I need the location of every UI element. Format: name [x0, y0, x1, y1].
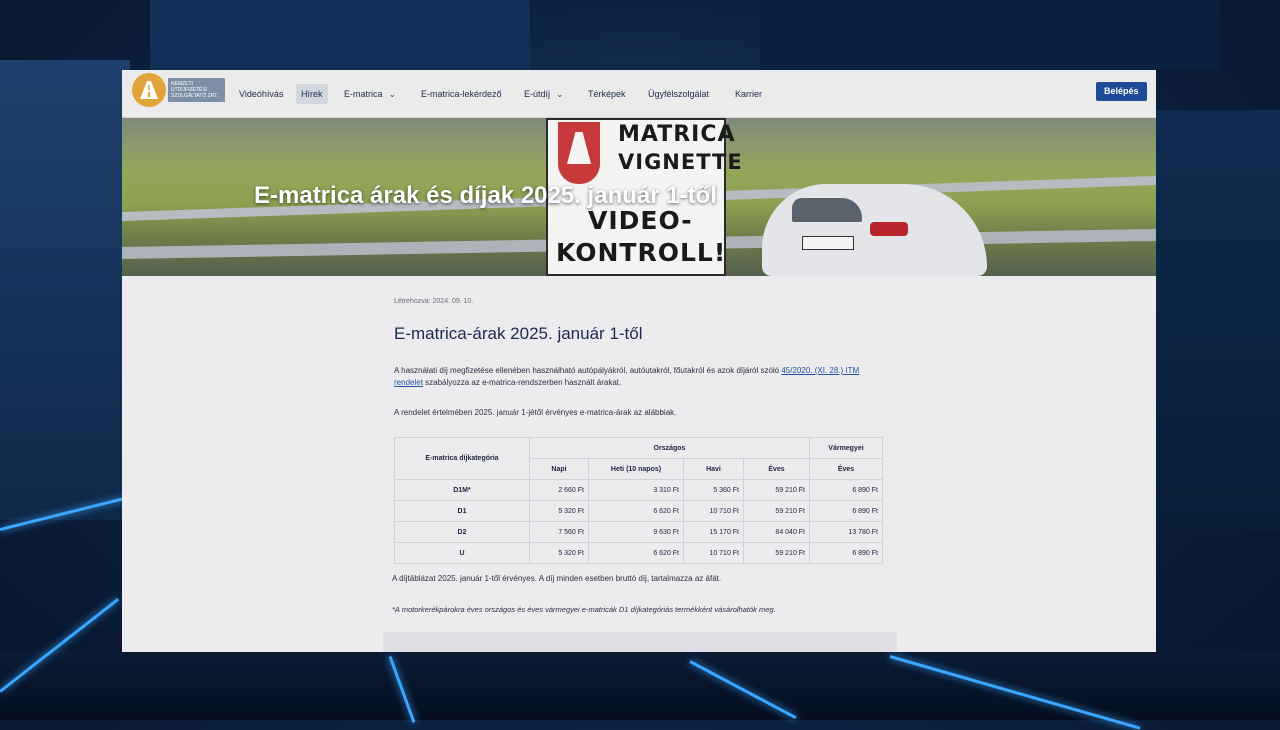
paragraph-text: A használati díj megfizetése ellenében h…: [394, 366, 782, 375]
price-cell: 5 320 Ft: [529, 542, 589, 564]
table-row: D2 7 560 Ft 9 630 Ft 15 170 Ft 84 040 Ft…: [394, 521, 883, 543]
price-cell: 59 210 Ft: [743, 479, 810, 501]
background-panel-top-left: [150, 0, 530, 70]
neon-line: [0, 597, 120, 693]
nav-label: Hírek: [301, 89, 323, 99]
neon-line: [0, 496, 127, 531]
motorway-logo-icon: [132, 73, 166, 107]
category-cell: D1: [394, 500, 530, 522]
price-cell: 10 710 Ft: [683, 500, 744, 522]
nav-label: E-matrica-lekérdező: [421, 89, 502, 99]
paragraph-text: szabályozza az e-matrica-rendszerben has…: [422, 378, 622, 387]
hero-banner: MATRICA VIGNETTE VIDEO- KONTROLL! E-matr…: [122, 118, 1156, 276]
price-cell: 10 710 Ft: [683, 542, 744, 564]
neon-line: [889, 655, 1141, 730]
car-window: [792, 198, 862, 222]
nav-item-videohivas[interactable]: Videóhívás: [234, 84, 288, 104]
price-cell: 84 040 Ft: [743, 521, 810, 543]
category-cell: U: [394, 542, 530, 564]
content-footer-strip: [383, 632, 897, 652]
sign-line: VIGNETTE: [618, 150, 743, 174]
column-header-monthly: Havi: [683, 458, 744, 480]
hero-title: E-matrica árak és díjak 2025. január 1-t…: [254, 182, 717, 209]
sign-line: MATRICA: [618, 122, 736, 147]
nav-item-terkepek[interactable]: Térképek: [583, 84, 631, 104]
motorcycle-footnote: *A motorkerékpárokra éves országos és év…: [392, 605, 776, 614]
price-cell: 13 780 Ft: [809, 521, 883, 543]
car-taillight: [870, 222, 908, 236]
price-cell: 5 360 Ft: [683, 479, 744, 501]
price-cell: 2 660 Ft: [529, 479, 589, 501]
nav-item-ugyfelszolgalat[interactable]: Ügyfélszolgálat: [643, 84, 714, 104]
car-plate: [802, 236, 854, 250]
nav-item-e-utdij[interactable]: E-útdíj ⌄: [519, 84, 569, 104]
price-table: E-matrica díjkategória Országos Vármegye…: [394, 437, 883, 564]
neon-line: [689, 660, 797, 720]
login-button[interactable]: Belépés: [1096, 82, 1147, 101]
table-row: D1 5 320 Ft 6 620 Ft 10 710 Ft 59 210 Ft…: [394, 500, 883, 522]
background-panel-top-right: [760, 0, 1220, 70]
website-window: NEMZETI ÚTDÍJFIZETÉSI SZOLGÁLTATÓ ZRT. V…: [122, 70, 1156, 652]
car-image: [762, 184, 987, 276]
site-logo[interactable]: NEMZETI ÚTDÍJFIZETÉSI SZOLGÁLTATÓ ZRT.: [132, 73, 225, 107]
nav-label: Videóhívás: [239, 89, 284, 99]
decree-paragraph: A rendelet értelmében 2025. január 1-jét…: [394, 408, 677, 417]
price-cell: 59 210 Ft: [743, 500, 810, 522]
neon-line: [388, 655, 416, 723]
price-cell: 6 620 Ft: [588, 542, 684, 564]
column-group-national: Országos: [529, 437, 810, 459]
category-cell: D2: [394, 521, 530, 543]
nav-label: Ügyfélszolgálat: [648, 89, 710, 99]
background-panel-left: [0, 60, 130, 520]
sign-line: VIDEO-: [588, 206, 693, 235]
nav-label: E-matrica: [344, 89, 383, 99]
sign-line: KONTROLL!: [556, 238, 727, 267]
column-header-county-yearly: Éves: [809, 458, 883, 480]
table-row: U 5 320 Ft 6 620 Ft 10 710 Ft 59 210 Ft …: [394, 542, 883, 564]
chevron-down-icon: ⌄: [556, 89, 564, 99]
nav-label: E-útdíj: [524, 89, 551, 99]
price-cell: 5 320 Ft: [529, 500, 589, 522]
background-floor: [0, 650, 1280, 720]
background-panel-right: [1155, 110, 1280, 530]
created-date: Létrehozva: 2024. 09. 10.: [394, 298, 474, 305]
nav-item-e-matrica-lekerdezo[interactable]: E-matrica-lekérdező: [416, 84, 507, 104]
price-cell: 59 210 Ft: [743, 542, 810, 564]
table-row: D1M* 2 660 Ft 3 310 Ft 5 360 Ft 59 210 F…: [394, 479, 883, 501]
column-group-county: Vármegyei: [809, 437, 883, 459]
price-cell: 15 170 Ft: [683, 521, 744, 543]
column-header-weekly: Heti (10 napos): [588, 458, 684, 480]
price-cell: 7 560 Ft: [529, 521, 589, 543]
price-cell: 6 890 Ft: [809, 479, 883, 501]
price-cell: 6 890 Ft: [809, 500, 883, 522]
price-validity-note: A díjtáblázat 2025. január 1-től érvénye…: [392, 574, 722, 583]
category-cell: D1M*: [394, 479, 530, 501]
price-cell: 3 310 Ft: [588, 479, 684, 501]
price-cell: 9 630 Ft: [588, 521, 684, 543]
nav-label: Karrier: [735, 89, 763, 99]
nav-label: Térképek: [588, 89, 626, 99]
column-header-yearly: Éves: [743, 458, 810, 480]
price-cell: 6 890 Ft: [809, 542, 883, 564]
column-header-category: E-matrica díjkategória: [394, 437, 530, 480]
nav-item-karrier[interactable]: Karrier: [730, 84, 767, 104]
chevron-down-icon: ⌄: [388, 89, 397, 99]
price-cell: 6 620 Ft: [588, 500, 684, 522]
nav-item-hirek[interactable]: Hírek: [296, 84, 328, 104]
motorway-shield-icon: [558, 122, 600, 184]
nav-item-e-matrica[interactable]: E-matrica ⌄: [339, 84, 401, 104]
logo-wordmark: NEMZETI ÚTDÍJFIZETÉSI SZOLGÁLTATÓ ZRT.: [168, 78, 225, 102]
intro-paragraph: A használati díj megfizetése ellenében h…: [394, 365, 884, 389]
top-navigation: NEMZETI ÚTDÍJFIZETÉSI SZOLGÁLTATÓ ZRT. V…: [122, 70, 1156, 118]
page-title: E-matrica-árak 2025. január 1-től: [394, 324, 643, 343]
column-header-daily: Napi: [529, 458, 589, 480]
